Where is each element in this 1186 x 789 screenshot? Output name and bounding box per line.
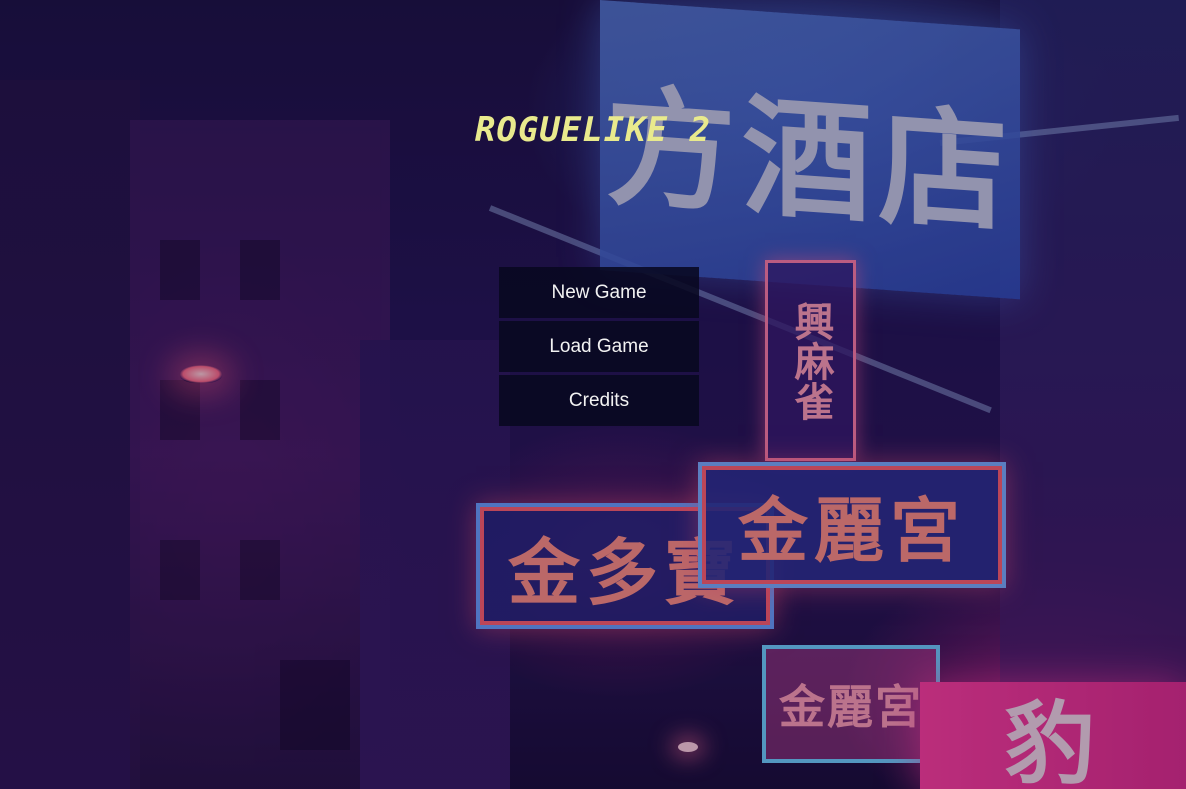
- new-game-button[interactable]: New Game: [499, 267, 699, 318]
- game-title: ROGUELIKE 2: [474, 110, 712, 150]
- main-menu: New Game Load Game Credits: [499, 267, 699, 429]
- credits-button[interactable]: Credits: [499, 375, 699, 426]
- load-game-button[interactable]: Load Game: [499, 321, 699, 372]
